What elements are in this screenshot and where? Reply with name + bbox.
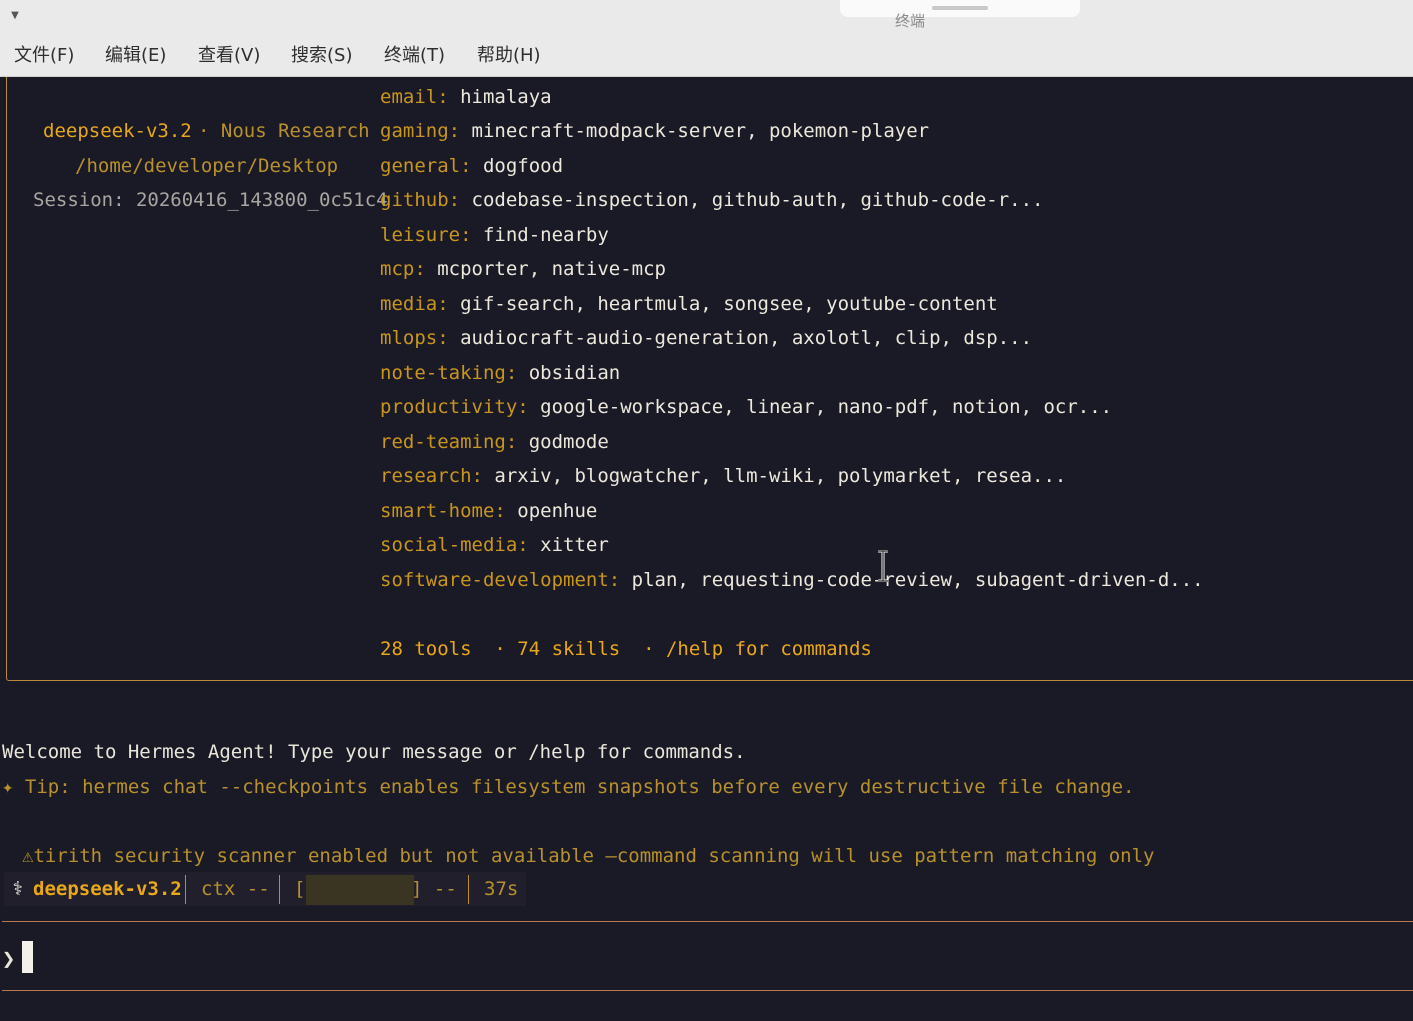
skill-items: audiocraft-audio-generation, axolotl, cl… xyxy=(460,327,1033,349)
skill-category: smart-home: xyxy=(380,500,506,522)
menu-search[interactable]: 搜索(S) xyxy=(291,44,352,68)
skill-row: mlops: audiocraft-audio-generation, axol… xyxy=(380,325,1032,351)
skill-row: note-taking: obsidian xyxy=(380,360,620,386)
context-usage-meter xyxy=(306,875,414,905)
skill-items: mcporter, native-mcp xyxy=(437,258,666,280)
skill-category: productivity: xyxy=(380,396,529,418)
skill-category: social-media: xyxy=(380,534,529,556)
skill-row: gaming: minecraft-modpack-server, pokemo… xyxy=(380,118,929,144)
skill-row: mcp: mcporter, native-mcp xyxy=(380,256,666,282)
skill-row: red-teaming: godmode xyxy=(380,429,609,455)
banner-working-directory: /home/developer/Desktop xyxy=(75,155,339,177)
skill-category: mlops: xyxy=(380,327,449,349)
banner-model-name: deepseek-v3.2 xyxy=(43,120,192,142)
welcome-message: Welcome to Hermes Agent! Type your messa… xyxy=(2,741,746,763)
skill-row: email: himalaya xyxy=(380,84,552,110)
skill-items: xitter xyxy=(540,534,609,556)
text-cursor xyxy=(22,941,33,973)
security-warning: ⚠tirith security scanner enabled but not… xyxy=(22,845,1155,867)
skill-category: gaming: xyxy=(380,120,461,142)
menu-help[interactable]: 帮助(H) xyxy=(477,44,541,68)
context-meter-close: ] -- xyxy=(411,878,457,900)
skill-row: software-development: plan, requesting-c… xyxy=(380,567,1204,593)
banner-provider: · Nous Research xyxy=(198,120,370,142)
skill-category: leisure: xyxy=(380,224,472,246)
skill-items: google-workspace, linear, nano-pdf, noti… xyxy=(540,396,1113,418)
menu-file[interactable]: 文件(F) xyxy=(14,44,74,68)
skill-items: gif-search, heartmula, songsee, youtube-… xyxy=(460,293,998,315)
skill-items: godmode xyxy=(528,431,609,453)
skill-category: red-teaming: xyxy=(380,431,518,453)
window-title: 终端 xyxy=(894,12,925,30)
context-indicator: ctx -- xyxy=(201,878,270,900)
skill-items: arxiv, blogwatcher, llm-wiki, polymarket… xyxy=(494,465,1067,487)
status-separator xyxy=(279,875,280,904)
status-separator xyxy=(185,875,186,904)
window-menu-dropdown-icon[interactable]: ▼ xyxy=(8,9,22,23)
terminal-window: ▼ 终端 文件(F) 编辑(E) 查看(V) 搜索(S) 终端(T) 帮助(H)… xyxy=(0,0,1413,1021)
skill-category: general: xyxy=(380,155,472,177)
tab-drag-handle[interactable] xyxy=(932,6,988,10)
menu-bar: 文件(F) 编辑(E) 查看(V) 搜索(S) 终端(T) 帮助(H) xyxy=(0,36,1413,77)
skill-category: email: xyxy=(380,86,449,108)
skill-row: smart-home: openhue xyxy=(380,498,597,524)
status-bar: ⚕ deepseek-v3.2 ctx -- [ ] -- 37s xyxy=(4,872,526,906)
ibeam-cursor-icon xyxy=(878,550,888,582)
skill-category: mcp: xyxy=(380,258,426,280)
skill-items: dogfood xyxy=(482,155,564,177)
prompt-symbol: ❯ xyxy=(2,947,16,972)
banner-session-id: Session: 20260416_143800_0c51c4 xyxy=(33,189,388,211)
skill-category: research: xyxy=(380,465,483,487)
skill-row: productivity: google-workspace, linear, … xyxy=(380,394,1112,420)
skill-row: github: codebase-inspection, github-auth… xyxy=(380,187,1043,213)
skill-category: note-taking: xyxy=(380,362,518,384)
input-bottom-divider xyxy=(2,990,1413,991)
tip-message: ✦ Tip: hermes chat --checkpoints enables… xyxy=(2,776,1135,798)
skill-row: media: gif-search, heartmula, songsee, y… xyxy=(380,291,998,317)
status-separator xyxy=(468,875,469,904)
skill-items: obsidian xyxy=(528,362,621,384)
skill-items: codebase-inspection, github-auth, github… xyxy=(471,189,1044,211)
skill-items: minecraft-modpack-server, pokemon-player xyxy=(471,120,930,142)
skill-category: github: xyxy=(380,189,461,211)
caduceus-icon: ⚕ xyxy=(12,878,24,900)
skill-row: leisure: find-nearby xyxy=(380,222,609,248)
status-model-name: deepseek-v3.2 xyxy=(33,878,182,900)
terminal-output[interactable]: deepseek-v3.2 · Nous Research /home/deve… xyxy=(0,77,1413,1021)
menu-view[interactable]: 查看(V) xyxy=(198,44,260,68)
menu-terminal[interactable]: 终端(T) xyxy=(384,44,445,68)
skill-items: himalaya xyxy=(460,86,552,108)
skill-row: research: arxiv, blogwatcher, llm-wiki, … xyxy=(380,463,1066,489)
skill-category: software-development: xyxy=(380,569,621,591)
elapsed-time: 37s xyxy=(484,878,519,900)
context-meter-open: [ xyxy=(294,878,306,900)
banner-summary: 28 tools · 74 skills · /help for command… xyxy=(380,638,872,660)
title-bar: ▼ 终端 xyxy=(0,0,1413,36)
skill-category: media: xyxy=(380,293,449,315)
menu-edit[interactable]: 编辑(E) xyxy=(105,44,166,68)
skill-items: openhue xyxy=(517,500,598,522)
input-top-divider xyxy=(2,921,1413,922)
skill-row: social-media: xitter xyxy=(380,532,609,558)
skill-items: find-nearby xyxy=(482,224,609,246)
skill-row: general: dogfood xyxy=(380,153,563,179)
skill-items: plan, requesting-code-review, subagent-d… xyxy=(631,569,1204,591)
